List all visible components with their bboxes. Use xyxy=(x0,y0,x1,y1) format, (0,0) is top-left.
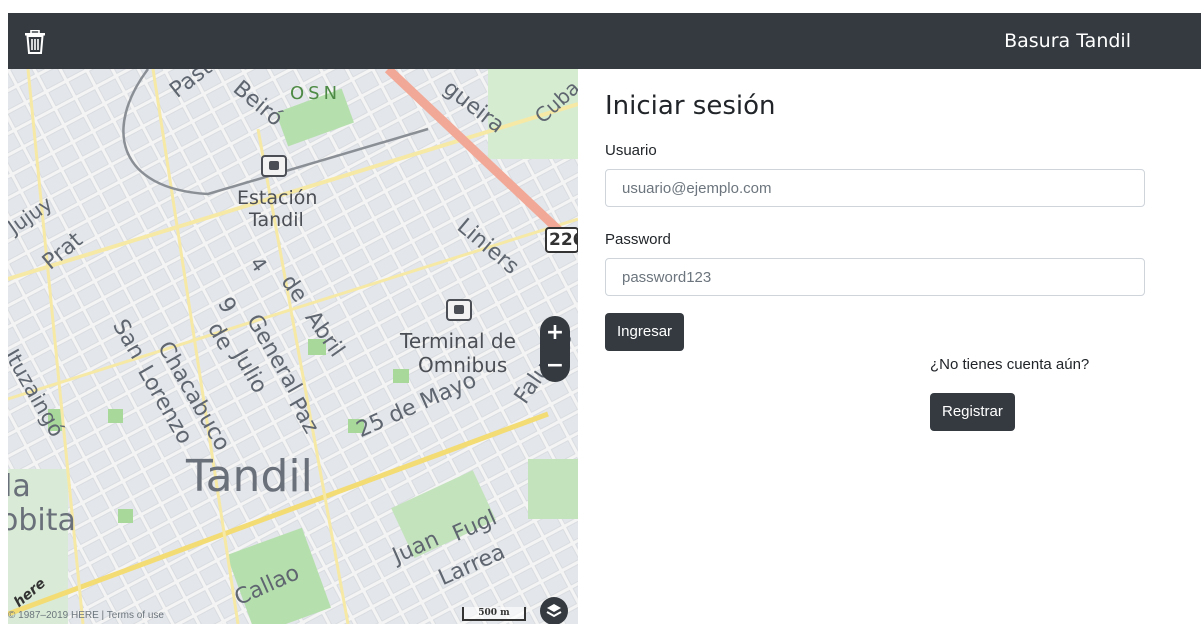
route-shield: 226 xyxy=(545,227,578,253)
zoom-out-button[interactable]: − xyxy=(540,349,570,382)
map-label-city: Tandil xyxy=(186,451,313,502)
brand-title[interactable]: Basura Tandil xyxy=(1004,29,1131,53)
map-label-obita: obita xyxy=(8,503,76,538)
user-input[interactable] xyxy=(605,169,1145,207)
login-button[interactable]: Ingresar xyxy=(605,313,685,351)
top-navbar: Basura Tandil xyxy=(8,13,1201,69)
map-copyright[interactable]: © 1987–2019 HERE | Terms of use xyxy=(8,610,164,621)
password-label: Password xyxy=(605,231,671,248)
map-label-estacion: Estación xyxy=(237,187,318,209)
zoom-in-button[interactable]: + xyxy=(540,316,570,349)
no-account-text: ¿No tienes cuenta aún? xyxy=(930,356,1090,373)
map-view[interactable]: Paste Beiró OSN gueira Cuba Jujuy Estaci… xyxy=(8,69,578,624)
map-label-terminal-de: Terminal de xyxy=(400,329,516,353)
register-button[interactable]: Registrar xyxy=(930,393,1015,431)
zoom-control: + − xyxy=(540,316,570,382)
map-label-osn: OSN xyxy=(290,83,342,104)
layers-button[interactable] xyxy=(540,597,568,624)
password-input[interactable] xyxy=(605,258,1145,296)
bus-terminal-icon[interactable] xyxy=(446,299,472,321)
trash-icon[interactable] xyxy=(24,30,46,54)
page-title: Iniciar sesión xyxy=(605,91,776,121)
train-station-icon[interactable] xyxy=(261,155,287,177)
map-label-la: la xyxy=(8,469,31,504)
map-scale-bar: 500 m xyxy=(462,607,526,621)
map-label-tandil-station: Tandil xyxy=(249,209,304,231)
user-label: Usuario xyxy=(605,142,657,159)
layers-icon xyxy=(546,604,562,618)
